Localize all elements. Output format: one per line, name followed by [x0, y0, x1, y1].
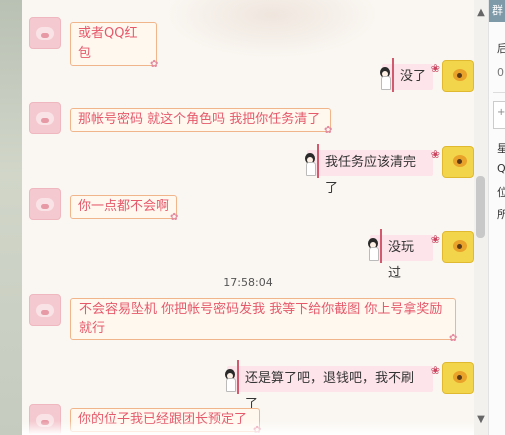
message-bubble-outgoing: ❀ 我任务应该清完了 — [305, 144, 440, 196]
message-text: 或者QQ红包 — [78, 26, 138, 61]
flower-icon: ✿ — [324, 125, 333, 136]
contact-avatar[interactable] — [29, 294, 61, 326]
chat-history-pane[interactable]: 或者QQ红包 ✿ ❀ 没了 那帐号密码 就这个角色吗 我把你任务清了 ✿ ❀ 我… — [22, 0, 474, 435]
bubble-flagpole — [380, 229, 382, 263]
message-text: 没了 — [400, 69, 427, 84]
bow-icon: ❀ — [430, 233, 440, 246]
bow-icon: ❀ — [430, 364, 440, 377]
message-text: 没玩过 — [388, 240, 415, 281]
panel-info-line: 所 — [497, 208, 505, 221]
panel-info-line: 星 — [497, 142, 505, 155]
bubble-flagpole — [237, 360, 239, 394]
girl-icon — [223, 362, 237, 394]
contact-avatar[interactable] — [29, 17, 61, 49]
message-text: 我任务应该清完了 — [325, 155, 417, 196]
message-bubble-incoming: 你一点都不会啊 ✿ — [70, 195, 178, 223]
panel-info-line: Q — [497, 162, 505, 175]
message-bubble-outgoing: ❀ 没玩过 — [368, 229, 440, 281]
panel-heading: 后 — [497, 42, 505, 55]
message-text: 你一点都不会啊 — [78, 199, 170, 214]
scrollbar-thumb[interactable] — [476, 176, 485, 238]
message-text: 还是算了吧，退钱吧，我不刷了 — [245, 371, 415, 412]
scroll-up-icon[interactable]: ▲ — [474, 6, 488, 20]
message-timestamp: 17:58:04 — [223, 276, 273, 289]
panel-tab-label: 群 — [492, 4, 503, 17]
scroll-down-icon[interactable]: ▼ — [474, 413, 488, 427]
my-avatar[interactable] — [442, 362, 474, 394]
my-avatar[interactable] — [442, 146, 474, 178]
panel-subtext: 0 — [497, 66, 504, 79]
message-bubble-incoming: 不会容易坠机 你把帐号密码发我 我等下给你截图 你上号拿奖励就行 ✿ — [70, 298, 457, 344]
message-bubble-incoming: 那帐号密码 就这个角色吗 我把你任务清了 ✿ — [70, 108, 332, 136]
input-area-edge — [22, 421, 474, 435]
desktop-background — [0, 0, 22, 435]
panel-button-label: + — [497, 107, 505, 118]
message-bubble-outgoing: ❀ 没了 — [380, 58, 440, 92]
message-bubble-outgoing: ❀ 还是算了吧，退钱吧，我不刷了 — [225, 360, 440, 412]
girl-icon — [366, 231, 380, 263]
bubble-flagpole — [317, 144, 319, 178]
message-text: 那帐号密码 就这个角色吗 我把你任务清了 — [78, 112, 321, 127]
my-avatar[interactable] — [442, 231, 474, 263]
group-info-panel: 群 后 0 + 星 Q 位 所 — [488, 0, 505, 435]
bow-icon: ❀ — [430, 148, 440, 161]
my-avatar[interactable] — [442, 60, 474, 92]
contact-avatar[interactable] — [29, 102, 61, 134]
flower-icon: ✿ — [449, 333, 458, 344]
flower-icon: ✿ — [170, 212, 179, 223]
contact-avatar[interactable] — [29, 188, 61, 220]
girl-icon — [303, 146, 317, 178]
bubble-flagpole — [392, 58, 394, 92]
panel-button[interactable]: + — [493, 101, 505, 129]
girl-icon — [378, 60, 392, 92]
flower-icon: ✿ — [150, 59, 159, 70]
bow-icon: ❀ — [430, 62, 440, 75]
panel-divider — [493, 92, 505, 93]
panel-tab[interactable]: 群 — [489, 0, 505, 22]
message-bubble-incoming: 或者QQ红包 ✿ — [70, 22, 158, 70]
panel-info-line: 位 — [497, 186, 505, 199]
message-text: 不会容易坠机 你把帐号密码发我 我等下给你截图 你上号拿奖励就行 — [79, 302, 443, 336]
